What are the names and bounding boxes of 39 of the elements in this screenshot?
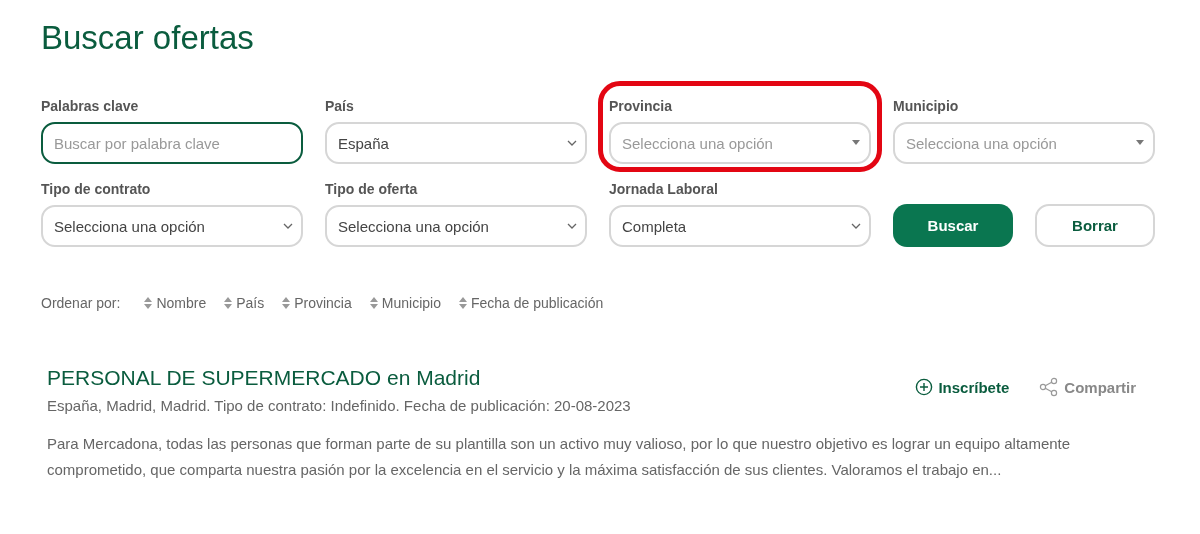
dropdown-triangle-icon <box>851 140 861 146</box>
chevron-down-icon <box>283 223 293 229</box>
select-field[interactable]: Selecciona una opción <box>41 205 303 247</box>
select-field[interactable]: Selecciona una opción <box>325 205 587 247</box>
page-title: Buscar ofertas <box>41 18 255 58</box>
apply-link[interactable]: Inscríbete <box>915 377 1010 397</box>
offer-title-link[interactable]: PERSONAL DE SUPERMERCADO en Madrid <box>47 365 631 391</box>
sort-option[interactable]: Municipio <box>369 295 441 311</box>
field-label: País <box>325 97 355 115</box>
select-field[interactable]: Completa <box>609 205 871 247</box>
search-field[interactable]: Buscar por palabra clave <box>41 122 303 164</box>
sort-label: Ordenar por: <box>41 295 121 311</box>
sort-arrows-icon <box>224 297 233 309</box>
offer-description: Para Mercadona, todas las personas que forman parte de su plantilla son un activo muy valioso, por lo que nuestro objetivo es lograr un equipo altamente comprometido, que comparta nuestra pasión por la excelencia en el servicio y la máxima satisfacción de sus clientes. Valoramos el trabajo en... <box>47 434 1072 480</box>
sort-arrows-icon <box>144 297 153 309</box>
dropdown-triangle-icon <box>1135 140 1145 146</box>
chevron-down-icon <box>567 223 577 229</box>
field-label: Palabras clave <box>41 97 140 115</box>
field-label: Tipo de oferta <box>325 180 419 198</box>
field-label: Tipo de contrato <box>41 180 152 198</box>
chevron-down-icon <box>851 223 861 229</box>
sort-option[interactable]: Provincia <box>282 295 352 311</box>
sort-option[interactable]: Fecha de publicación <box>458 295 604 311</box>
clear-button[interactable]: Borrar <box>1035 204 1155 247</box>
search-button[interactable]: Buscar <box>893 204 1013 247</box>
sort-arrows-icon <box>282 297 291 309</box>
chevron-down-icon <box>567 140 577 146</box>
offer-details: España, Madrid, Madrid. Tipo de contrato: Indefinido. Fecha de publicación: 20-08-2023 <box>47 397 631 414</box>
field-label: Municipio <box>893 97 960 115</box>
sort-arrows-icon <box>369 297 378 309</box>
sort-option[interactable]: País <box>224 295 265 311</box>
field-label: Provincia <box>609 97 674 115</box>
sort-option[interactable]: Nombre <box>144 295 207 311</box>
sort-arrows-icon <box>458 297 467 309</box>
field-label: Jornada Laboral <box>609 180 719 198</box>
share-icon <box>1039 377 1060 397</box>
share-link[interactable]: Compartir <box>1039 377 1136 397</box>
select-field[interactable]: España <box>325 122 587 164</box>
plus-circle-icon <box>915 378 934 396</box>
